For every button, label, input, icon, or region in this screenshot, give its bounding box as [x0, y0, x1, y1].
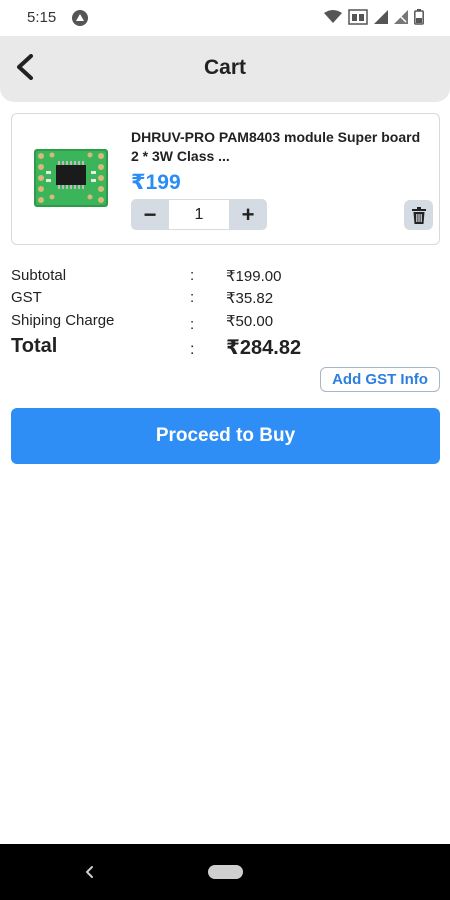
- total-label: Total: [11, 335, 58, 357]
- proceed-to-buy-button[interactable]: Proceed to Buy: [11, 408, 440, 464]
- wifi-icon: [324, 10, 342, 29]
- quantity-stepper: − 1 +: [131, 199, 267, 230]
- nav-back-icon[interactable]: [80, 862, 100, 882]
- gst-colon: :: [190, 289, 195, 306]
- quantity-value[interactable]: 1: [169, 199, 229, 230]
- product-name[interactable]: DHRUV-PRO PAM8403 module Super board 2 *…: [131, 128, 421, 166]
- subtotal-value: ₹199.00: [226, 268, 282, 285]
- status-icons: [324, 9, 424, 30]
- app-notification-icon: [72, 10, 88, 26]
- product-price: ₹199: [131, 171, 181, 194]
- decrement-button[interactable]: −: [131, 199, 169, 230]
- app-header: Cart: [0, 36, 450, 102]
- circuit-board-image[interactable]: [32, 147, 110, 209]
- gst-label: GST: [11, 289, 42, 306]
- add-gst-info-button[interactable]: Add GST Info: [320, 367, 440, 392]
- volte-icon: [348, 9, 368, 30]
- increment-button[interactable]: +: [229, 199, 267, 230]
- total-value: ₹284.82: [226, 337, 302, 359]
- status-bar: 5:15: [0, 0, 450, 36]
- shipping-colon: :: [190, 316, 195, 333]
- trash-icon: [411, 206, 426, 224]
- system-nav-bar: [0, 844, 450, 900]
- battery-icon: [414, 9, 424, 30]
- gst-value: ₹35.82: [226, 290, 274, 307]
- shipping-label: Shiping Charge: [11, 312, 115, 329]
- subtotal-label: Subtotal: [11, 267, 67, 284]
- signal-off-icon: [394, 10, 408, 29]
- delete-item-button[interactable]: [404, 200, 433, 230]
- total-colon: :: [190, 341, 195, 358]
- cart-item-card: DHRUV-PRO PAM8403 module Super board 2 *…: [11, 113, 440, 245]
- page-title: Cart: [203, 56, 246, 79]
- signal-icon: [374, 10, 388, 29]
- shipping-value: ₹50.00: [226, 313, 274, 330]
- nav-home-pill[interactable]: [208, 865, 243, 879]
- status-time: 5:15: [27, 9, 57, 26]
- subtotal-colon: :: [190, 267, 195, 284]
